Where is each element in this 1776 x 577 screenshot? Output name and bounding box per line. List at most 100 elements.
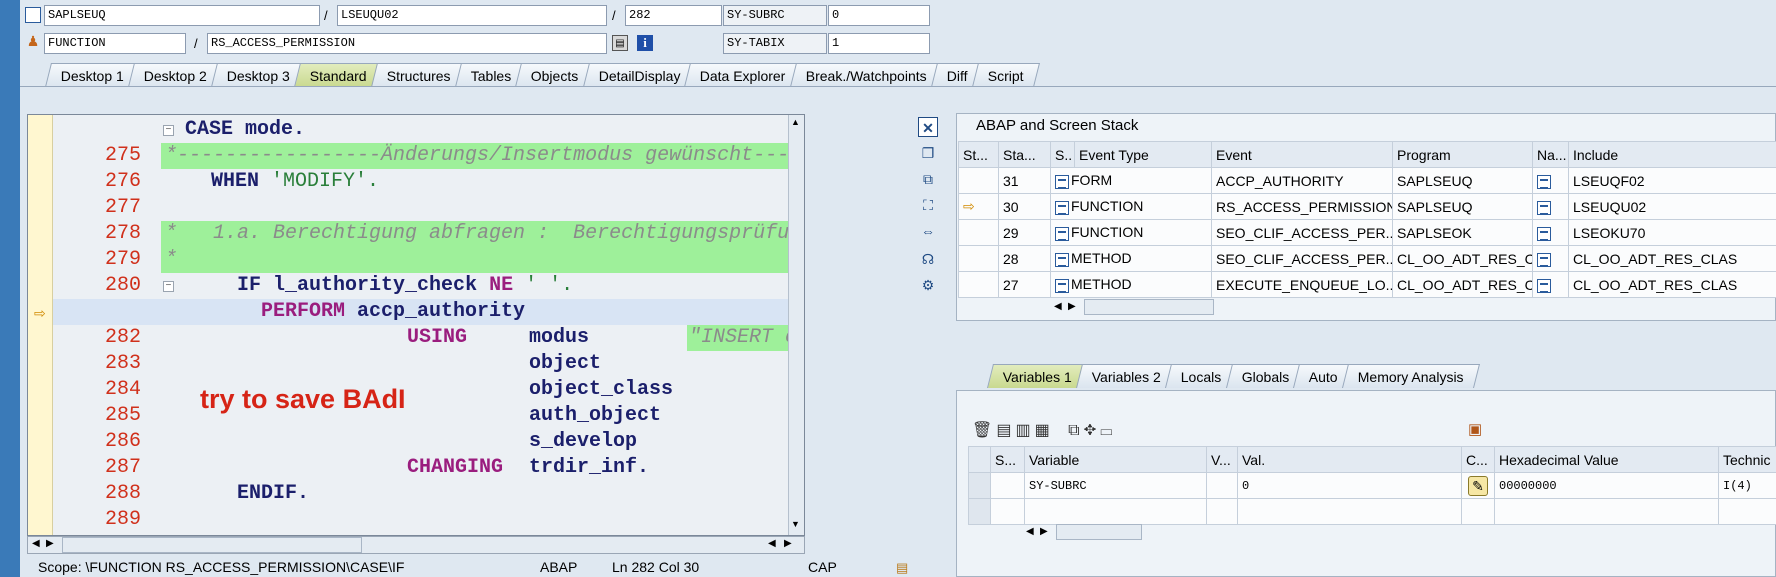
comment-text: * bbox=[165, 248, 178, 271]
variable-value[interactable]: 0 bbox=[1237, 472, 1462, 499]
navigate-icon[interactable] bbox=[1537, 278, 1551, 293]
edit-pencil-icon[interactable]: ✎ bbox=[1468, 475, 1488, 496]
code-line: 280 * bbox=[53, 247, 804, 297]
tok-mode: mode. bbox=[245, 118, 306, 141]
include-field[interactable]: LSEUQU02 bbox=[337, 5, 607, 26]
comment-text: * 1.a. Berechtigung abfragen : Berechtig… bbox=[165, 222, 805, 245]
scroll-right-icon[interactable]: ▶ bbox=[46, 538, 54, 549]
scroll-left-icon[interactable]: ◀ bbox=[768, 538, 776, 549]
col-header[interactable]: Include bbox=[1568, 141, 1776, 168]
col-header[interactable]: Program bbox=[1392, 141, 1533, 168]
stack-hscroll[interactable]: ◀ ▶ bbox=[1050, 299, 1220, 317]
hscroll-thumb[interactable] bbox=[1084, 299, 1214, 315]
tabix-value[interactable]: 1 bbox=[828, 33, 930, 54]
col-header[interactable]: Val. bbox=[1237, 446, 1462, 473]
tab-desktop-1[interactable]: Desktop 1 bbox=[45, 63, 141, 87]
new-window-icon[interactable]: ❐ bbox=[918, 143, 938, 163]
col-header[interactable]: Na... bbox=[1532, 141, 1569, 168]
kw-perform: PERFORM bbox=[261, 300, 346, 323]
maximize-icon[interactable]: ⛶ bbox=[918, 195, 938, 215]
col-header[interactable]: Technic bbox=[1718, 446, 1776, 473]
settings-tree-icon[interactable]: ⚙ bbox=[918, 275, 938, 295]
scroll-right-icon[interactable]: ▶ bbox=[1068, 301, 1076, 312]
tab-script[interactable]: Script bbox=[971, 63, 1040, 87]
swap-icon[interactable]: ⧉ bbox=[918, 169, 938, 189]
table-row[interactable]: SY-SUBRC 0 ✎ 00000000 I(4) bbox=[968, 472, 1776, 499]
tab-desktop-3[interactable]: Desktop 3 bbox=[211, 63, 307, 87]
col-header[interactable]: Sta... bbox=[998, 141, 1051, 168]
vars-hscroll[interactable]: ◀ ▶ bbox=[1022, 524, 1192, 542]
tab-variables-2[interactable]: Variables 2 bbox=[1076, 364, 1178, 388]
col-header[interactable]: C... bbox=[1461, 446, 1495, 473]
program-field[interactable]: SAPLSEUQ bbox=[44, 5, 320, 26]
fold-toggle[interactable]: − bbox=[163, 125, 174, 136]
hierarchy-icon[interactable]: ⧉ bbox=[1068, 422, 1083, 439]
col-header[interactable]: Event Type bbox=[1074, 141, 1212, 168]
tab-memory-analysis[interactable]: Memory Analysis bbox=[1341, 364, 1480, 388]
save-icon[interactable]: ▣ bbox=[1468, 420, 1482, 438]
subrc-value[interactable]: 0 bbox=[828, 5, 930, 26]
col-header[interactable]: S... bbox=[990, 446, 1025, 473]
scroll-left-icon[interactable]: ◀ bbox=[32, 538, 40, 549]
display-toggle-icon[interactable]: ▤ bbox=[612, 35, 628, 51]
event-name[interactable]: SEO_CLIF_ACCESS_PER... bbox=[1211, 219, 1393, 246]
source-editor[interactable]: 275 − CASE mode. 276 *-----------------Ä… bbox=[27, 114, 805, 536]
navigate-icon[interactable] bbox=[1537, 252, 1551, 267]
tab-variables-1[interactable]: Variables 1 bbox=[987, 364, 1089, 388]
navigate-icon[interactable] bbox=[1537, 174, 1551, 189]
table-row[interactable]: 27 METHOD EXECUTE_ENQUEUE_LO... CL_OO_AD… bbox=[958, 271, 1776, 298]
editor-vscroll[interactable]: ▲ ▼ bbox=[788, 115, 804, 535]
fit-width-icon[interactable]: ⇔ bbox=[918, 221, 938, 241]
hscroll-thumb[interactable] bbox=[62, 537, 362, 553]
breakpoint-gutter[interactable] bbox=[28, 115, 53, 535]
col-header[interactable]: Hexadecimal Value bbox=[1494, 446, 1719, 473]
detail-icon[interactable]: ▭ bbox=[1100, 422, 1116, 439]
navigate-icon[interactable] bbox=[1537, 226, 1551, 241]
event-name[interactable]: RS_ACCESS_PERMISSION bbox=[1211, 193, 1393, 220]
move-icon[interactable]: ✥ bbox=[1084, 422, 1101, 439]
col-header[interactable]: S.. bbox=[1050, 141, 1075, 168]
scroll-left-icon[interactable]: ◀ bbox=[1054, 301, 1062, 312]
save-list-icon[interactable]: ▦ bbox=[1035, 422, 1054, 439]
tab-detaildisplay[interactable]: DetailDisplay bbox=[582, 63, 697, 87]
delete-icon[interactable]: 🗑 bbox=[972, 422, 996, 439]
import-icon[interactable]: ▤ bbox=[996, 422, 1015, 439]
fold-toggle[interactable]: − bbox=[163, 281, 174, 292]
table-row-empty[interactable] bbox=[968, 498, 1776, 525]
col-header[interactable]: Event bbox=[1211, 141, 1393, 168]
scroll-left-icon[interactable]: ◀ bbox=[1026, 526, 1034, 537]
navigate-icon[interactable] bbox=[1537, 200, 1551, 215]
close-icon[interactable]: ✕ bbox=[918, 117, 938, 137]
scroll-down-icon[interactable]: ▼ bbox=[791, 519, 800, 529]
table-row[interactable]: 31 FORM ACCP_AUTHORITY SAPLSEUQ LSEUQF02 bbox=[958, 167, 1776, 194]
event-name[interactable]: EXECUTE_ENQUEUE_LO... bbox=[1211, 271, 1393, 298]
table-row[interactable]: 29 FUNCTION SEO_CLIF_ACCESS_PER... SAPLS… bbox=[958, 219, 1776, 246]
event-field[interactable]: RS_ACCESS_PERMISSION bbox=[207, 33, 607, 54]
tab-standard[interactable]: Standard bbox=[294, 63, 383, 87]
hscroll-thumb[interactable] bbox=[1056, 524, 1142, 540]
tab-breakpoints[interactable]: Break./Watchpoints bbox=[790, 63, 943, 87]
info-icon[interactable]: i bbox=[637, 35, 653, 51]
event-type-field[interactable]: FUNCTION bbox=[44, 33, 186, 54]
scroll-right-icon[interactable]: ▶ bbox=[1040, 526, 1048, 537]
tab-desktop-2[interactable]: Desktop 2 bbox=[128, 63, 224, 87]
headphones-icon[interactable]: ☊ bbox=[918, 249, 938, 269]
tab-data-explorer[interactable]: Data Explorer bbox=[684, 63, 803, 87]
col-header[interactable]: Variable bbox=[1024, 446, 1207, 473]
tok-object-class: object_class bbox=[529, 378, 674, 401]
tab-structures[interactable]: Structures bbox=[370, 63, 467, 87]
export-icon[interactable]: ▥ bbox=[1015, 422, 1034, 439]
variable-name[interactable]: SY-SUBRC bbox=[1024, 472, 1207, 499]
event-name[interactable]: SEO_CLIF_ACCESS_PER... bbox=[1211, 245, 1393, 272]
col-header[interactable]: V... bbox=[1206, 446, 1238, 473]
status-log-icon[interactable]: ▤ bbox=[896, 560, 908, 576]
table-row-current[interactable]: ⇨ 30 FUNCTION RS_ACCESS_PERMISSION SAPLSE… bbox=[958, 193, 1776, 220]
scroll-up-icon[interactable]: ▲ bbox=[791, 117, 800, 127]
event-name[interactable]: ACCP_AUTHORITY bbox=[1211, 167, 1393, 194]
table-row[interactable]: 28 METHOD SEO_CLIF_ACCESS_PER... CL_OO_A… bbox=[958, 245, 1776, 272]
editor-hscroll[interactable]: ◀ ▶ ◀ ▶ bbox=[27, 536, 805, 554]
event-type: FORM bbox=[1071, 172, 1113, 189]
col-header[interactable]: St... bbox=[958, 141, 999, 168]
line-field[interactable]: 282 bbox=[625, 5, 722, 26]
scroll-right-icon[interactable]: ▶ bbox=[784, 538, 792, 549]
